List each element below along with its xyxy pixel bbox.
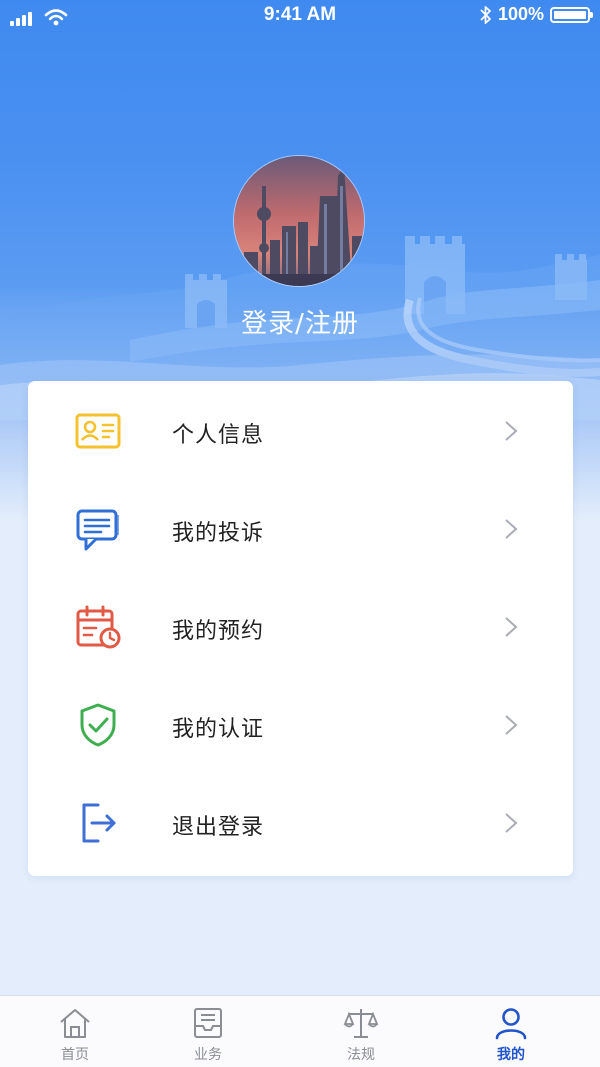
chevron-right-icon	[505, 813, 518, 833]
avatar-skyline-image	[234, 156, 364, 286]
id-card-icon	[75, 413, 121, 449]
tab-label: 首页	[61, 1047, 89, 1063]
home-icon	[60, 1009, 90, 1038]
menu-item-logout[interactable]: 退出登录	[28, 773, 573, 871]
message-icon	[76, 509, 119, 551]
chevron-right-icon	[505, 617, 518, 637]
login-register-label: 登录/注册	[241, 309, 359, 339]
calendar-clock-icon	[76, 605, 121, 649]
menu-item-label: 我的认证	[172, 717, 265, 742]
bluetooth-icon	[480, 5, 491, 24]
menu-item-my-appointments[interactable]: 我的预约	[28, 577, 573, 675]
chevron-right-icon	[505, 519, 518, 539]
menu-item-label: 退出登录	[172, 815, 265, 840]
menu-item-label: 个人信息	[172, 423, 265, 448]
tab-label: 业务	[194, 1047, 222, 1063]
profile-page: 9:41 AM 100% 登录/注册 个人信息 我的投诉 我的预约 我的认证 退…	[0, 0, 600, 1067]
tab-regulations[interactable]: 法规	[286, 996, 436, 1067]
status-right-group: 100%	[480, 4, 593, 25]
tab-label: 我的	[497, 1047, 525, 1063]
menu-item-my-certification[interactable]: 我的认证	[28, 675, 573, 773]
avatar[interactable]	[233, 155, 365, 287]
scales-icon	[343, 1009, 379, 1038]
inbox-icon	[194, 1008, 222, 1038]
bottom-tab-bar: 首页 业务 法规 我的	[0, 995, 600, 1067]
status-bar: 9:41 AM 100%	[0, 0, 600, 34]
tab-label: 法规	[347, 1047, 375, 1063]
chevron-right-icon	[505, 421, 518, 441]
login-register-link[interactable]: 登录/注册	[0, 303, 600, 340]
logout-icon	[82, 803, 116, 843]
tab-mine[interactable]: 我的	[436, 996, 586, 1067]
menu-item-label: 我的投诉	[172, 521, 265, 546]
battery-percentage: 100%	[497, 4, 544, 24]
menu-card: 个人信息 我的投诉 我的预约 我的认证 退出登录	[28, 381, 573, 876]
battery-icon	[550, 6, 593, 23]
menu-item-personal-info[interactable]: 个人信息	[28, 381, 573, 479]
chevron-right-icon	[505, 715, 518, 735]
battery-level-fill	[554, 10, 586, 19]
menu-item-label: 我的预约	[172, 619, 265, 644]
person-icon	[495, 1008, 527, 1040]
menu-item-my-complaints[interactable]: 我的投诉	[28, 479, 573, 577]
tab-home[interactable]: 首页	[0, 996, 150, 1067]
shield-check-icon	[80, 703, 116, 747]
tab-business[interactable]: 业务	[133, 996, 283, 1067]
